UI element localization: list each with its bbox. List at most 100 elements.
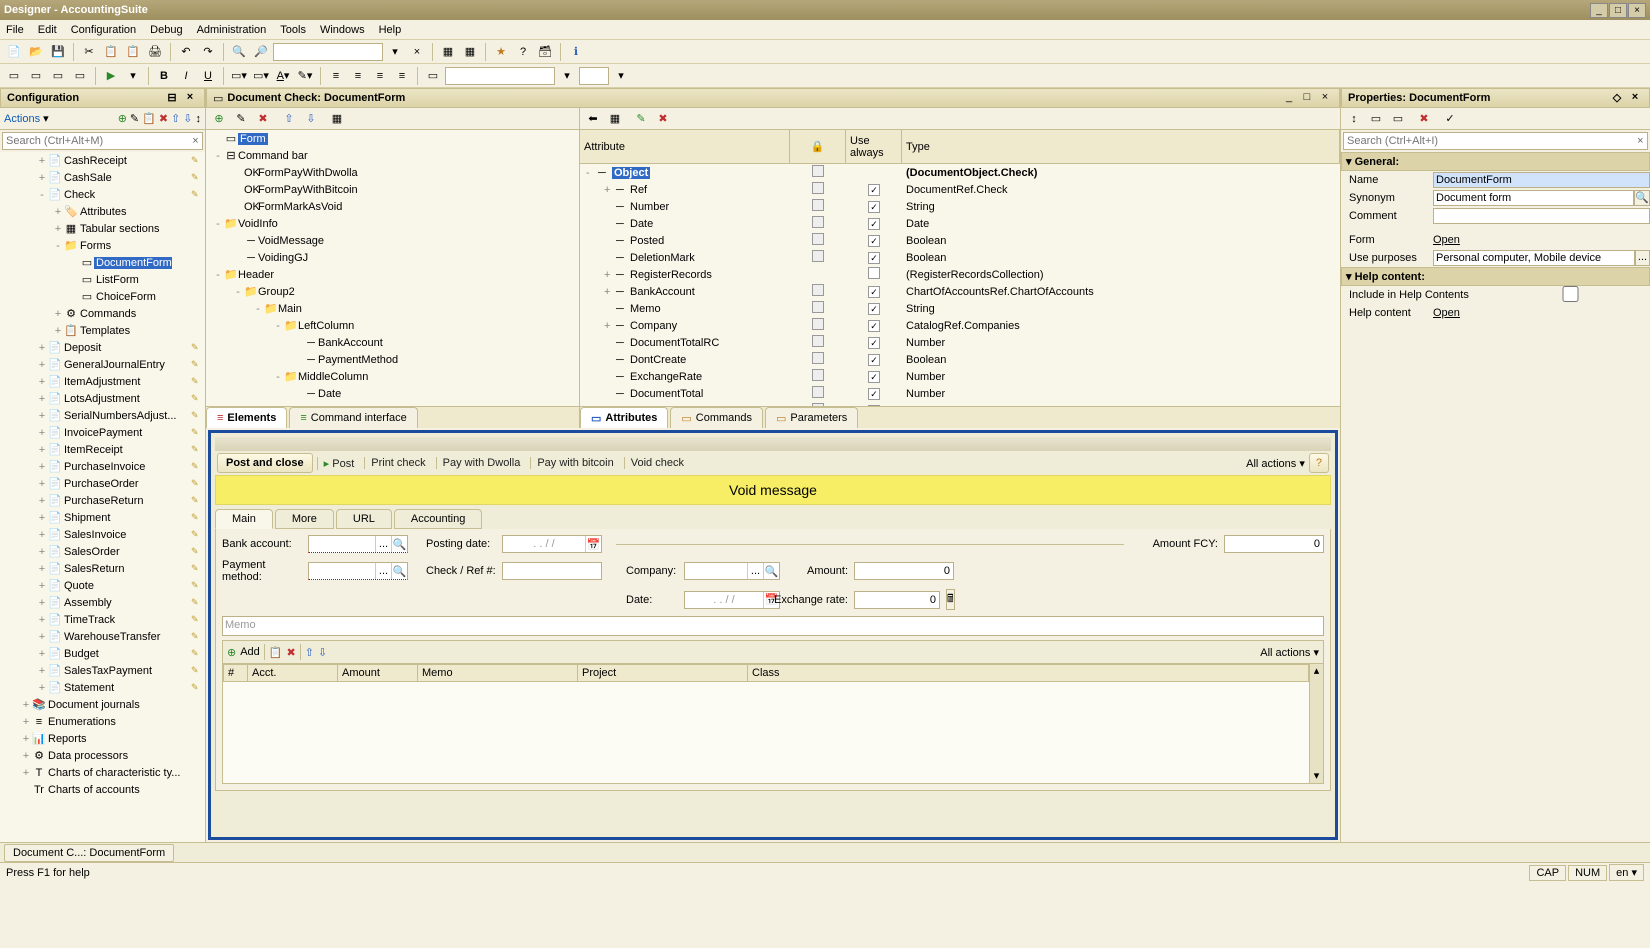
element-tree-row[interactable]: -📁Main bbox=[206, 300, 579, 317]
grid-icon[interactable]: ▦ bbox=[328, 110, 346, 128]
config-tree-row[interactable]: +📄Budget✎ bbox=[0, 645, 205, 662]
fontcolor-icon[interactable]: A▾ bbox=[273, 66, 293, 86]
element-tree-row[interactable]: -📁MiddleColumn bbox=[206, 368, 579, 385]
close-icon[interactable]: × bbox=[1627, 91, 1643, 105]
grid-col-memo[interactable]: Memo bbox=[418, 665, 578, 682]
config-tree-row[interactable]: +📄SerialNumbersAdjust...✎ bbox=[0, 407, 205, 424]
config-tree-row[interactable]: +▦Tabular sections bbox=[0, 220, 205, 237]
view-icon[interactable]: ▭ bbox=[1367, 110, 1385, 128]
menu-tools[interactable]: Tools bbox=[280, 24, 306, 36]
insert-icon[interactable]: ⬅ bbox=[584, 110, 602, 128]
add-icon[interactable]: ⊕ bbox=[227, 646, 236, 659]
attribute-row[interactable]: ─DocumentTotalNumber bbox=[580, 385, 1340, 402]
config-tree-row[interactable]: +📄PurchaseOrder✎ bbox=[0, 475, 205, 492]
delete-icon[interactable]: ✖ bbox=[159, 112, 168, 125]
post-and-close-button[interactable]: Post and close bbox=[217, 453, 313, 473]
lookup-icon[interactable]: 🔍 bbox=[1634, 190, 1650, 206]
grid-col-class[interactable]: Class bbox=[748, 665, 1309, 682]
taskbar-item[interactable]: Document C...: DocumentForm bbox=[4, 844, 174, 862]
italic-icon[interactable]: I bbox=[176, 66, 196, 86]
clear-search-icon[interactable]: × bbox=[1634, 135, 1647, 147]
config-tree-row[interactable]: +⚙Data processors bbox=[0, 747, 205, 764]
comment-input[interactable] bbox=[1433, 208, 1650, 224]
save-icon[interactable]: 💾 bbox=[48, 42, 68, 62]
company-field[interactable]: ...🔍 bbox=[684, 562, 780, 580]
config-tree-row[interactable]: +📊Reports bbox=[0, 730, 205, 747]
pin-icon[interactable]: ⊟ bbox=[164, 91, 180, 105]
add-icon[interactable]: ⊕ bbox=[118, 112, 127, 125]
element-tree-row[interactable]: ─PaymentMethod bbox=[206, 351, 579, 368]
dropdown-icon[interactable]: ▾ bbox=[611, 66, 631, 86]
void-check-button[interactable]: Void check bbox=[624, 457, 690, 469]
toolbar-icon[interactable]: ▭ bbox=[70, 66, 90, 86]
menu-windows[interactable]: Windows bbox=[320, 24, 365, 36]
run-icon[interactable]: ▶ bbox=[101, 66, 121, 86]
movedown-icon[interactable]: ⇩ bbox=[318, 646, 327, 659]
preview-tab-main[interactable]: Main bbox=[215, 509, 273, 529]
element-tree-row[interactable]: -📁Group2 bbox=[206, 283, 579, 300]
amount-field[interactable]: 0 bbox=[854, 562, 954, 580]
config-tree-row[interactable]: +📄Quote✎ bbox=[0, 577, 205, 594]
name-input[interactable] bbox=[1433, 172, 1650, 188]
clear-search-icon[interactable]: × bbox=[189, 135, 202, 147]
attribute-row[interactable]: ─NumberString bbox=[580, 198, 1340, 215]
attribute-row[interactable]: +─CompanyCatalogRef.Companies bbox=[580, 317, 1340, 334]
dots-icon[interactable]: ... bbox=[1635, 250, 1650, 266]
attribute-row[interactable]: ─DateDate bbox=[580, 215, 1340, 232]
config-search-input[interactable] bbox=[3, 135, 189, 147]
toolbar-icon[interactable]: ▭ bbox=[26, 66, 46, 86]
toolbar-icon[interactable]: ▭ bbox=[4, 66, 24, 86]
exchange-rate-field[interactable]: 0 bbox=[854, 591, 940, 609]
posting-date-field[interactable]: . . / /📅 bbox=[502, 535, 602, 553]
check-ref-field[interactable] bbox=[502, 562, 602, 580]
moveup-icon[interactable]: ⇧ bbox=[280, 110, 298, 128]
open-icon[interactable]: 📂 bbox=[26, 42, 46, 62]
delete-icon[interactable]: ✖ bbox=[254, 110, 272, 128]
close-doc-icon[interactable]: × bbox=[1317, 91, 1333, 105]
grid-col-[interactable]: # bbox=[224, 665, 248, 682]
config-tree[interactable]: +📄CashReceipt✎+📄CashSale✎-📄Check✎+🏷️Attr… bbox=[0, 152, 205, 842]
help-button[interactable]: ? bbox=[1309, 453, 1329, 473]
add-button[interactable]: Add bbox=[240, 646, 260, 658]
config-tree-row[interactable]: +📄Statement✎ bbox=[0, 679, 205, 696]
preview-tab-url[interactable]: URL bbox=[336, 509, 392, 529]
dropdown-icon[interactable]: ▾ bbox=[123, 66, 143, 86]
memo-field[interactable]: Memo bbox=[222, 616, 1324, 636]
config-tree-row[interactable]: ▭DocumentForm bbox=[0, 254, 205, 271]
add-icon[interactable]: ✎ bbox=[632, 110, 650, 128]
attribute-row[interactable]: ─ExchangeRateNumber bbox=[580, 368, 1340, 385]
moveup-icon[interactable]: ⇧ bbox=[305, 646, 314, 659]
config-tree-row[interactable]: +📄GeneralJournalEntry✎ bbox=[0, 356, 205, 373]
synonym-input[interactable] bbox=[1433, 190, 1634, 206]
line-items-grid[interactable]: #Acct.AmountMemoProjectClass ▴▾ bbox=[222, 664, 1324, 784]
grid-scrollbar[interactable]: ▴▾ bbox=[1309, 664, 1323, 783]
props-search-input[interactable] bbox=[1344, 135, 1634, 147]
element-tree-row[interactable]: -📁Header bbox=[206, 266, 579, 283]
preview-tab-more[interactable]: More bbox=[275, 509, 334, 529]
open-form-link[interactable]: Open bbox=[1433, 234, 1460, 246]
attribute-row[interactable]: +─RefDocumentRef.Check bbox=[580, 181, 1340, 198]
use-purposes-input[interactable] bbox=[1433, 250, 1635, 266]
check-icon[interactable]: ? bbox=[513, 42, 533, 62]
attribute-row[interactable]: +─RegisterRecords(RegisterRecordsCollect… bbox=[580, 266, 1340, 283]
element-tree-row[interactable]: -⊟Command bar bbox=[206, 147, 579, 164]
config-tree-row[interactable]: +📄CashSale✎ bbox=[0, 169, 205, 186]
pay-bitcoin-button[interactable]: Pay with bitcoin bbox=[530, 457, 619, 469]
config-tree-row[interactable]: +📄TimeTrack✎ bbox=[0, 611, 205, 628]
bold-icon[interactable]: B bbox=[154, 66, 174, 86]
cut-icon[interactable]: ✂ bbox=[79, 42, 99, 62]
print-check-button[interactable]: Print check bbox=[364, 457, 431, 469]
movedown-icon[interactable]: ⇩ bbox=[183, 112, 192, 125]
element-tree-row[interactable]: ▭Form bbox=[206, 130, 579, 147]
menu-administration[interactable]: Administration bbox=[197, 24, 267, 36]
date-field[interactable]: . . / /📅 bbox=[684, 591, 780, 609]
search-combo[interactable] bbox=[273, 43, 383, 61]
pencil-icon[interactable]: ✎▾ bbox=[295, 66, 315, 86]
moveup-icon[interactable]: ⇧ bbox=[171, 112, 180, 125]
copy-icon[interactable]: 📋 bbox=[101, 42, 121, 62]
config-tree-row[interactable]: +📄CashReceipt✎ bbox=[0, 152, 205, 169]
props-search-box[interactable]: × bbox=[1343, 132, 1648, 150]
section-help[interactable]: ▾ Help content: bbox=[1341, 267, 1650, 286]
config-tree-row[interactable]: +📚Document journals bbox=[0, 696, 205, 713]
movedown-icon[interactable]: ⇩ bbox=[302, 110, 320, 128]
